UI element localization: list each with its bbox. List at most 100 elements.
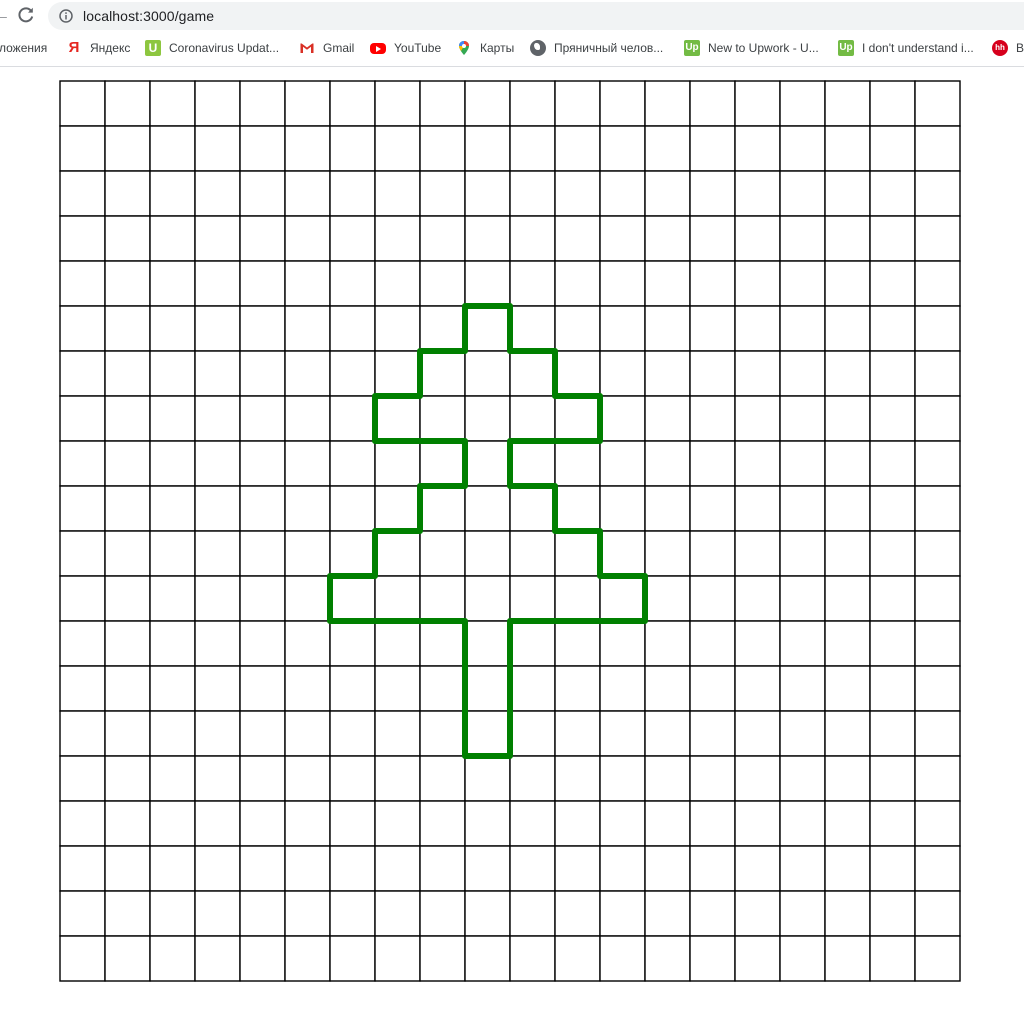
grid-cell[interactable]	[689, 935, 736, 982]
grid-cell[interactable]	[104, 530, 151, 577]
grid-cell[interactable]	[599, 665, 646, 712]
grid-cell[interactable]	[824, 350, 871, 397]
grid-cell[interactable]	[329, 485, 376, 532]
grid-cell[interactable]	[779, 125, 826, 172]
grid-cell[interactable]	[419, 80, 466, 127]
grid-cell[interactable]	[824, 170, 871, 217]
grid-cell[interactable]	[239, 305, 286, 352]
grid-cell[interactable]	[869, 665, 916, 712]
grid-cell[interactable]	[734, 350, 781, 397]
grid-cell[interactable]	[689, 665, 736, 712]
grid-cell[interactable]	[644, 755, 691, 802]
grid-cell[interactable]	[464, 305, 511, 352]
grid-cell[interactable]	[644, 665, 691, 712]
bookmark-hh[interactable]: hh B	[992, 33, 1024, 63]
grid-cell[interactable]	[284, 665, 331, 712]
grid-cell[interactable]	[554, 125, 601, 172]
grid-cell[interactable]	[824, 440, 871, 487]
grid-cell[interactable]	[59, 890, 106, 937]
grid-cell[interactable]	[644, 575, 691, 622]
grid-cell[interactable]	[419, 665, 466, 712]
grid-cell[interactable]	[644, 935, 691, 982]
grid-cell[interactable]	[734, 215, 781, 262]
grid-cell[interactable]	[644, 305, 691, 352]
grid-cell[interactable]	[374, 170, 421, 217]
grid-cell[interactable]	[194, 755, 241, 802]
grid-cell[interactable]	[239, 665, 286, 712]
grid-cell[interactable]	[104, 575, 151, 622]
grid-cell[interactable]	[824, 575, 871, 622]
grid-cell[interactable]	[554, 890, 601, 937]
grid-cell[interactable]	[419, 395, 466, 442]
grid-cell[interactable]	[869, 755, 916, 802]
bookmark-maps[interactable]: Карты	[456, 33, 514, 63]
grid-cell[interactable]	[59, 665, 106, 712]
grid-cell[interactable]	[644, 890, 691, 937]
grid-cell[interactable]	[644, 845, 691, 892]
grid-cell[interactable]	[599, 890, 646, 937]
grid-cell[interactable]	[239, 80, 286, 127]
grid-cell[interactable]	[374, 125, 421, 172]
grid-cell[interactable]	[599, 575, 646, 622]
grid-cell[interactable]	[869, 890, 916, 937]
grid-cell[interactable]	[914, 620, 961, 667]
grid-cell[interactable]	[239, 215, 286, 262]
grid-cell[interactable]	[194, 845, 241, 892]
grid-cell[interactable]	[194, 395, 241, 442]
grid-cell[interactable]	[509, 800, 556, 847]
grid-cell[interactable]	[374, 395, 421, 442]
grid-cell[interactable]	[464, 395, 511, 442]
grid-cell[interactable]	[869, 125, 916, 172]
grid-cell[interactable]	[869, 575, 916, 622]
grid-cell[interactable]	[149, 485, 196, 532]
grid-cell[interactable]	[554, 710, 601, 757]
grid-cell[interactable]	[509, 935, 556, 982]
grid-cell[interactable]	[464, 620, 511, 667]
grid-cell[interactable]	[689, 80, 736, 127]
grid-cell[interactable]	[419, 620, 466, 667]
grid-cell[interactable]	[239, 530, 286, 577]
grid-cell[interactable]	[104, 170, 151, 217]
grid-cell[interactable]	[374, 845, 421, 892]
grid-cell[interactable]	[194, 350, 241, 397]
grid-cell[interactable]	[329, 575, 376, 622]
bookmark-youtube[interactable]: YouTube	[370, 33, 441, 63]
grid-cell[interactable]	[239, 575, 286, 622]
grid-cell[interactable]	[239, 485, 286, 532]
grid-cell[interactable]	[644, 620, 691, 667]
grid-cell[interactable]	[59, 530, 106, 577]
grid-cell[interactable]	[59, 755, 106, 802]
grid-cell[interactable]	[284, 440, 331, 487]
grid-cell[interactable]	[599, 260, 646, 307]
grid-cell[interactable]	[284, 530, 331, 577]
grid-cell[interactable]	[599, 755, 646, 802]
grid-cell[interactable]	[239, 710, 286, 757]
grid-cell[interactable]	[329, 125, 376, 172]
grid-cell[interactable]	[554, 395, 601, 442]
grid-cell[interactable]	[59, 305, 106, 352]
grid-cell[interactable]	[194, 665, 241, 712]
grid-cell[interactable]	[599, 620, 646, 667]
grid-cell[interactable]	[464, 125, 511, 172]
grid-cell[interactable]	[824, 755, 871, 802]
grid-cell[interactable]	[509, 575, 556, 622]
grid-cell[interactable]	[464, 665, 511, 712]
grid-cell[interactable]	[374, 575, 421, 622]
grid-cell[interactable]	[419, 125, 466, 172]
grid-cell[interactable]	[779, 530, 826, 577]
grid-cell[interactable]	[284, 485, 331, 532]
grid-cell[interactable]	[824, 215, 871, 262]
grid-cell[interactable]	[554, 935, 601, 982]
grid-cell[interactable]	[464, 845, 511, 892]
grid-cell[interactable]	[284, 260, 331, 307]
grid-cell[interactable]	[779, 575, 826, 622]
grid-cell[interactable]	[689, 350, 736, 397]
grid-cell[interactable]	[869, 440, 916, 487]
grid-cell[interactable]	[599, 395, 646, 442]
grid-cell[interactable]	[869, 935, 916, 982]
grid-cell[interactable]	[554, 800, 601, 847]
grid-cell[interactable]	[869, 80, 916, 127]
grid-cell[interactable]	[194, 935, 241, 982]
grid-cell[interactable]	[104, 215, 151, 262]
grid-cell[interactable]	[914, 305, 961, 352]
